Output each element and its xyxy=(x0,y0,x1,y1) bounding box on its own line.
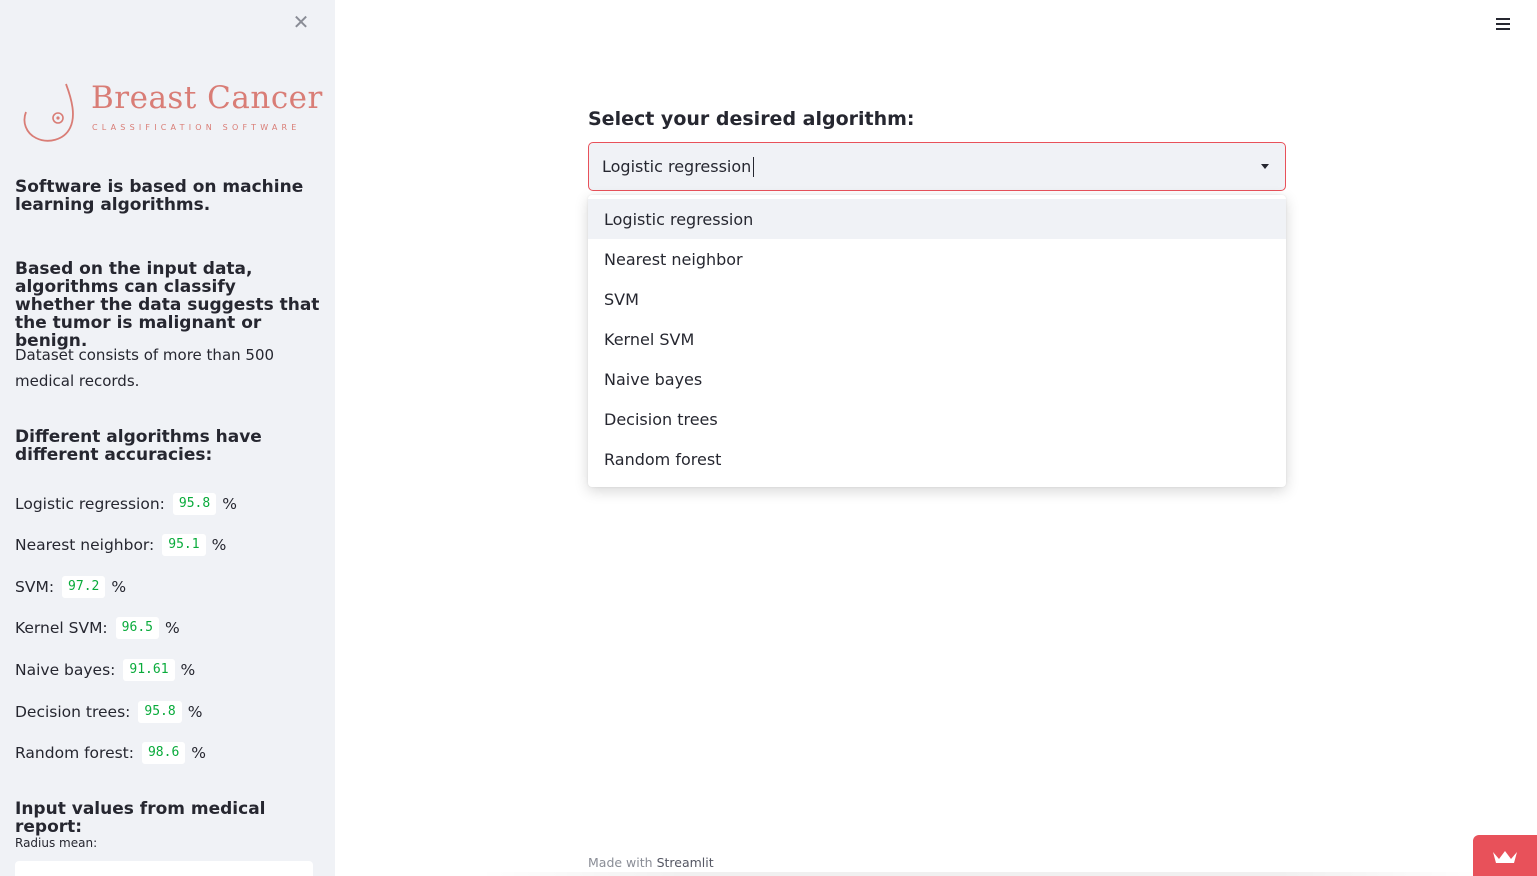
dropdown-option-kernel-svm[interactable]: Kernel SVM xyxy=(588,319,1286,359)
algorithm-select[interactable]: Logistic regression xyxy=(588,142,1286,191)
accuracy-value: 97.2 xyxy=(62,576,106,598)
footer-streamlit-link[interactable]: Streamlit xyxy=(657,855,714,870)
accuracy-unit: % xyxy=(164,619,180,637)
accuracy-row: Kernel SVM: 96.5 % xyxy=(15,615,180,641)
accuracy-value: 98.6 xyxy=(141,742,186,764)
accuracy-row: Nearest neighbor: 95.1 % xyxy=(15,532,226,558)
accuracy-unit: % xyxy=(187,703,203,721)
accuracy-label: Decision trees: xyxy=(15,703,131,721)
dropdown-option-decision-trees[interactable]: Decision trees xyxy=(588,399,1286,439)
select-algorithm-label: Select your desired algorithm: xyxy=(588,108,915,130)
accuracy-row: SVM: 97.2 % xyxy=(15,574,126,600)
sidebar-heading-accuracies: Different algorithms have different accu… xyxy=(15,427,262,465)
accuracy-value: 96.5 xyxy=(115,617,159,639)
dropdown-option-svm[interactable]: SVM xyxy=(588,279,1286,319)
streamlit-crown-icon[interactable] xyxy=(1473,835,1537,876)
dataset-text: Dataset consists of more than 500 medica… xyxy=(15,346,275,390)
accuracy-value: 91.61 xyxy=(123,659,175,681)
accuracy-row: Random forest: 98.6 % xyxy=(15,740,206,766)
footer-divider xyxy=(480,872,1480,876)
sidebar: ✕ Breast Cancer CLASSIFICATION SOFTWARE … xyxy=(0,0,335,876)
radius-mean-label: Radius mean: xyxy=(15,836,98,850)
accuracy-row: Logistic regression: 95.8 % xyxy=(15,491,237,517)
accuracy-unit: % xyxy=(180,661,196,679)
crown-icon xyxy=(1493,850,1517,863)
accuracy-label: Kernel SVM: xyxy=(15,619,108,637)
footer: Made with Streamlit xyxy=(588,855,714,870)
accuracy-label: Random forest: xyxy=(15,744,134,762)
sidebar-heading-inputs: Input values from medical report: xyxy=(15,799,266,837)
text-caret xyxy=(753,156,755,177)
logo-mark-icon xyxy=(23,83,74,142)
accuracy-unit: % xyxy=(111,578,127,596)
accuracy-row: Naive bayes: 91.61 % xyxy=(15,657,195,683)
accuracy-row: Decision trees: 95.8 % xyxy=(15,699,202,725)
logo: Breast Cancer CLASSIFICATION SOFTWARE xyxy=(20,80,325,146)
accuracy-label: SVM: xyxy=(15,578,55,596)
sidebar-heading-description: Based on the input data, algorithms can … xyxy=(15,259,320,351)
logo-subtitle: CLASSIFICATION SOFTWARE xyxy=(92,123,301,132)
sidebar-heading-intro: Software is based on machine learning al… xyxy=(15,177,304,215)
hamburger-menu-icon[interactable] xyxy=(1492,14,1514,34)
accuracy-label: Naive bayes: xyxy=(15,661,116,679)
logo-title: Breast Cancer xyxy=(91,80,323,116)
accuracy-value: 95.8 xyxy=(138,701,182,723)
dropdown-option-logistic-regression[interactable]: Logistic regression xyxy=(588,199,1286,239)
footer-prefix: Made with xyxy=(588,855,653,870)
accuracy-unit: % xyxy=(211,536,227,554)
accuracy-label: Nearest neighbor: xyxy=(15,536,155,554)
chevron-down-icon[interactable] xyxy=(1261,164,1269,169)
dropdown-option-naive-bayes[interactable]: Naive bayes xyxy=(588,359,1286,399)
accuracy-label: Logistic regression: xyxy=(15,495,165,513)
dropdown-option-nearest-neighbor[interactable]: Nearest neighbor xyxy=(588,239,1286,279)
algorithm-dropdown-menu: Logistic regression Nearest neighbor SVM… xyxy=(588,195,1286,487)
accuracy-unit: % xyxy=(191,744,207,762)
accuracy-value: 95.1 xyxy=(162,534,206,556)
radius-mean-input[interactable] xyxy=(15,861,313,876)
accuracy-unit: % xyxy=(222,495,237,513)
dropdown-option-random-forest[interactable]: Random forest xyxy=(588,439,1286,479)
accuracy-value: 95.8 xyxy=(172,493,217,515)
algorithm-select-value: Logistic regression xyxy=(602,157,752,176)
close-sidebar-icon[interactable]: ✕ xyxy=(290,11,312,33)
